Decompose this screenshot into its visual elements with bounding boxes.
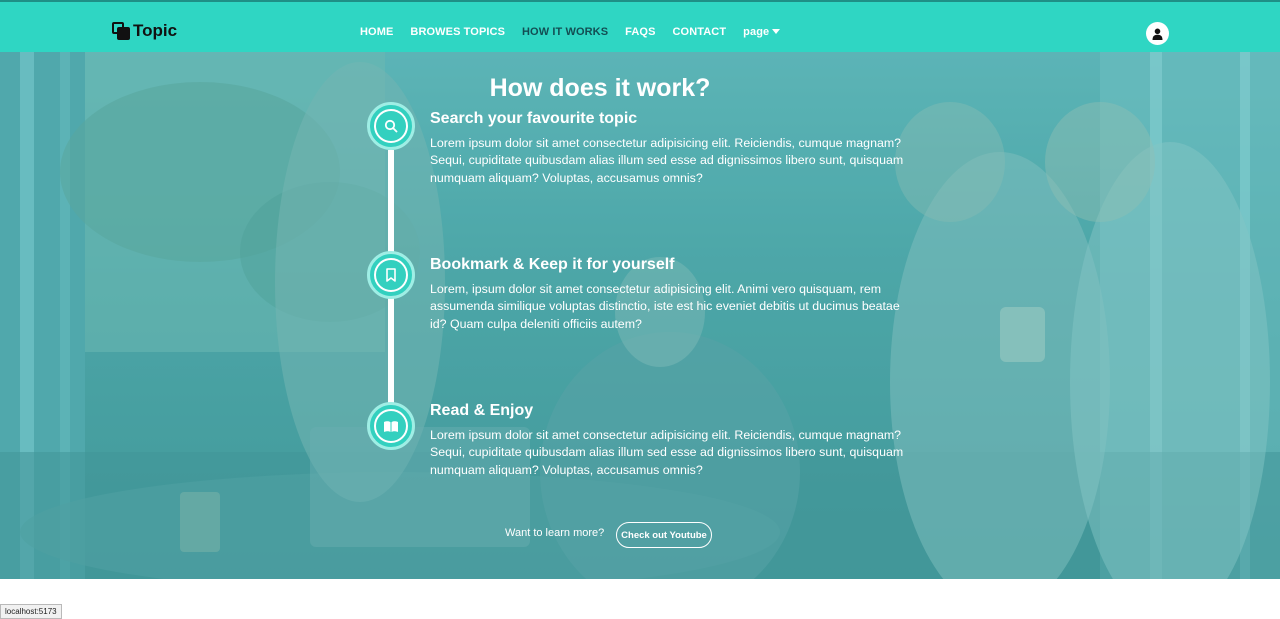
section-title: How does it work? bbox=[489, 74, 711, 102]
step-3-description: Lorem ipsum dolor sit amet consectetur a… bbox=[430, 428, 904, 477]
youtube-button[interactable]: Check out Youtube bbox=[616, 522, 712, 548]
nav-links: HOME BROWES TOPICS HOW IT WORKS FAQS CON… bbox=[360, 26, 797, 38]
learn-more-text: Want to learn more? bbox=[505, 527, 605, 539]
brand-name: Topic bbox=[133, 21, 178, 40]
nav-faqs[interactable]: FAQS bbox=[625, 26, 655, 38]
step-2-icon-circle bbox=[367, 251, 415, 299]
step-1-title: Search your favourite topic bbox=[430, 110, 638, 127]
nav-contact[interactable]: CONTACT bbox=[673, 26, 727, 38]
step-3-title: Read & Enjoy bbox=[430, 402, 534, 419]
user-account-button[interactable] bbox=[1146, 22, 1169, 45]
nav-home[interactable]: HOME bbox=[360, 26, 393, 38]
topic-logo-icon bbox=[112, 22, 130, 40]
book-open-icon bbox=[384, 420, 398, 432]
search-icon bbox=[384, 119, 398, 133]
step-3-icon-circle bbox=[367, 402, 415, 450]
step-1-description: Lorem ipsum dolor sit amet consectetur a… bbox=[430, 136, 904, 185]
user-icon bbox=[1152, 28, 1163, 40]
brand-logo[interactable]: Topic bbox=[112, 21, 177, 41]
step-1-icon-circle bbox=[367, 102, 415, 150]
how-it-works-section: How does it work? Search your favourite … bbox=[0, 52, 1280, 579]
page-bottom bbox=[0, 579, 1280, 619]
caret-down-icon bbox=[772, 29, 781, 34]
nav-page-dropdown[interactable]: page bbox=[743, 26, 781, 38]
navbar: Topic HOME BROWES TOPICS HOW IT WORKS FA… bbox=[0, 0, 1280, 52]
nav-page-dropdown-label: page bbox=[743, 26, 770, 38]
step-2-title: Bookmark & Keep it for yourself bbox=[430, 256, 675, 273]
bookmark-icon bbox=[386, 268, 396, 282]
nav-browse-topics[interactable]: BROWES TOPICS bbox=[410, 26, 505, 38]
status-bar-url: localhost:5173 bbox=[0, 604, 62, 619]
nav-how-it-works[interactable]: HOW IT WORKS bbox=[522, 26, 608, 38]
step-2-description: Lorem, ipsum dolor sit amet consectetur … bbox=[430, 282, 900, 331]
